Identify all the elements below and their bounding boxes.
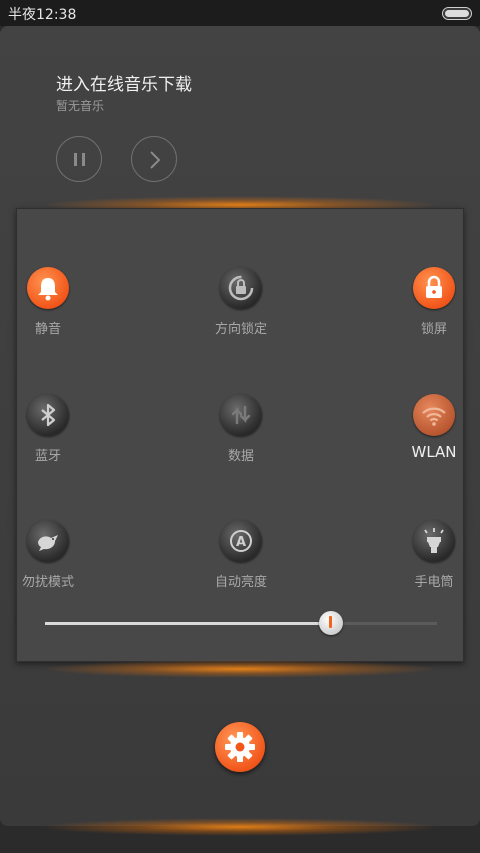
toggle-label: 蓝牙 [34,449,61,464]
toggle-rotation-lock[interactable]: 方向锁定 [191,267,291,347]
auto-brightness-icon: A [220,520,262,562]
music-subtitle: 暂无音乐 [56,99,105,113]
brightness-slider-fill [45,622,332,625]
rotation-lock-icon [220,267,262,309]
battery-icon [442,7,472,20]
settings-button[interactable] [215,722,265,772]
toggle-label: 手电筒 [414,575,454,590]
status-bar: 半夜12:38 [0,0,480,26]
chevron-right-icon [150,151,161,169]
bell-icon [27,267,69,309]
pause-icon [74,153,85,166]
svg-text:A: A [236,535,246,550]
toggle-label: 方向锁定 [214,322,267,337]
toggle-label: 静音 [34,322,61,337]
toggle-label: 数据 [227,449,254,464]
toggle-do-not-disturb[interactable]: 勿扰模式 [0,520,98,600]
toggle-auto-brightness[interactable]: A 自动亮度 [191,520,291,600]
quick-settings-panel: 静音 方向锁定 锁屏 蓝牙 数据 WLAN 勿扰模式 A 自动亮度 手电筒 [16,208,464,662]
middle-glow [40,660,440,678]
toggle-bluetooth[interactable]: 蓝牙 [0,394,98,474]
toggle-label: 锁屏 [420,322,447,337]
wifi-icon [413,394,455,436]
gear-icon [225,732,255,762]
lock-icon [413,267,455,309]
toggle-label: 勿扰模式 [21,575,74,590]
music-title[interactable]: 进入在线音乐下载 [56,70,192,95]
brightness-slider-thumb[interactable] [319,611,344,635]
bird-icon [27,520,69,562]
bottom-glow [40,818,440,836]
toggle-wlan[interactable]: WLAN [384,394,480,474]
toggle-label: 自动亮度 [214,575,267,590]
status-time: 半夜12:38 [8,7,77,23]
bluetooth-icon [27,394,69,436]
data-sync-icon [220,394,262,436]
next-button[interactable] [131,136,177,182]
toggle-mute[interactable]: 静音 [0,267,98,347]
toggle-flashlight[interactable]: 手电筒 [384,520,480,600]
flashlight-icon [413,520,455,562]
brightness-slider[interactable] [45,611,437,635]
toggle-data[interactable]: 数据 [191,394,291,474]
toggle-label: WLAN [411,443,457,461]
toggle-lock-screen[interactable]: 锁屏 [384,267,480,347]
pause-button[interactable] [56,136,102,182]
